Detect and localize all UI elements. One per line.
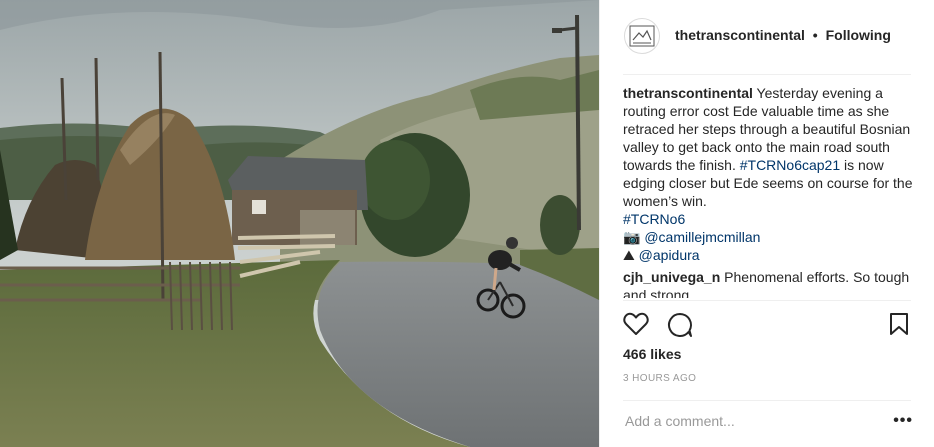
add-comment-input[interactable]: [623, 412, 877, 430]
hashtag-link[interactable]: #TCRNo6: [623, 211, 685, 227]
comments-section[interactable]: thetranscontinental Yesterday evening a …: [623, 84, 913, 298]
comment: cjh_univega_n Phenomenal efforts. So tou…: [623, 268, 913, 298]
more-options-button[interactable]: •••: [893, 412, 913, 430]
comment-username[interactable]: cjh_univega_n: [623, 269, 720, 285]
add-comment-bar: •••: [623, 404, 913, 438]
post-side-panel: thetranscontinental • Following thetrans…: [599, 0, 934, 447]
instagram-post: thetranscontinental • Following thetrans…: [0, 0, 934, 447]
heart-icon[interactable]: [623, 312, 649, 336]
hashtag-link[interactable]: #TCRNo6cap21: [740, 157, 840, 173]
post-photo[interactable]: [0, 0, 599, 447]
bookmark-icon[interactable]: [889, 312, 909, 336]
mention-link[interactable]: @apidura: [639, 247, 700, 263]
action-bar: [623, 312, 913, 338]
mountain-emoji-icon: ⛰: [623, 247, 635, 263]
caption: thetranscontinental Yesterday evening a …: [623, 84, 913, 264]
photo-illustration: [0, 0, 599, 447]
comment-icon[interactable]: [667, 312, 693, 338]
post-header: thetranscontinental • Following: [600, 0, 934, 74]
camera-emoji-icon: 📷: [623, 229, 641, 245]
avatar[interactable]: [624, 18, 660, 54]
account-info: thetranscontinental • Following: [675, 27, 891, 43]
like-count[interactable]: 466 likes: [623, 346, 681, 362]
separator-dot: •: [812, 27, 818, 43]
header-divider: [623, 74, 911, 75]
account-username[interactable]: thetranscontinental: [675, 27, 805, 43]
comment-input-divider: [623, 400, 911, 401]
caption-username[interactable]: thetranscontinental: [623, 85, 753, 101]
mention-link[interactable]: @camillejmcmillan: [644, 229, 760, 245]
post-timestamp: 3 HOURS AGO: [623, 373, 697, 384]
comments-divider: [623, 300, 911, 301]
transcontinental-logo-icon: [629, 25, 655, 47]
following-button[interactable]: Following: [826, 27, 891, 43]
